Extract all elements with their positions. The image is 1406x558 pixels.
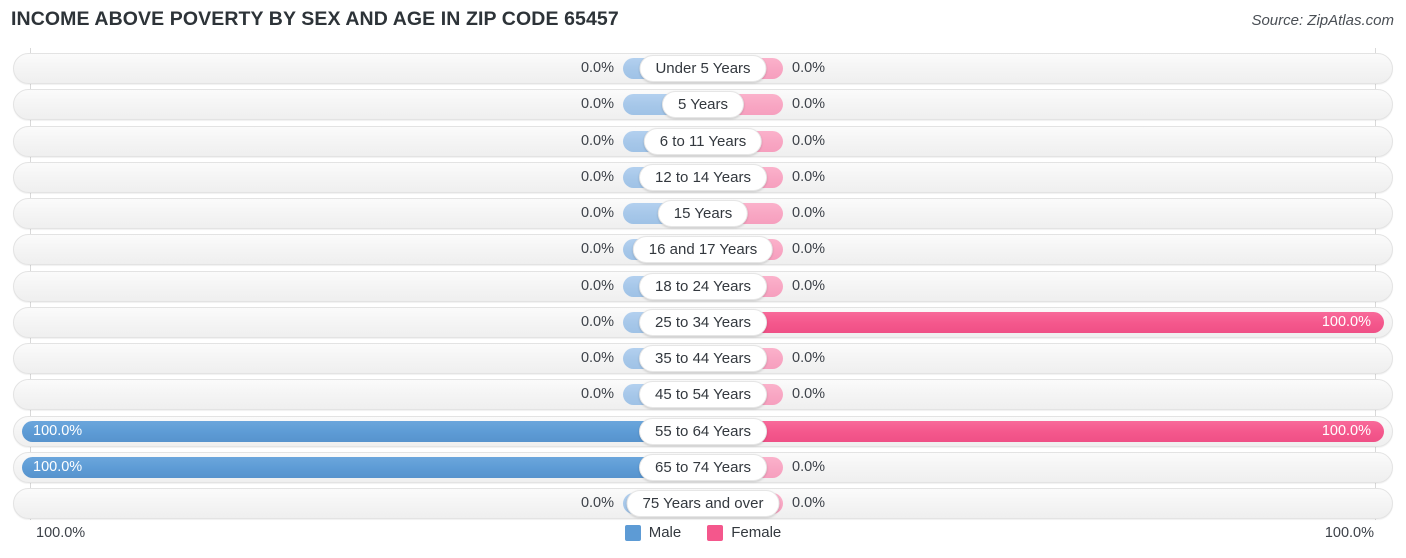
male-half: 0.0% xyxy=(22,94,703,116)
male-value-label: 100.0% xyxy=(33,458,83,475)
female-half: 0.0% xyxy=(703,456,1384,478)
female-half: 0.0% xyxy=(703,203,1384,224)
chart-row[interactable]: 100.0% 0.0% 65 to 74 Years xyxy=(13,451,1393,483)
chart-row[interactable]: 0.0% 0.0% 16 and 17 Years xyxy=(13,234,1393,266)
female-half: 0.0% xyxy=(703,348,1384,369)
source-attribution: Source: ZipAtlas.com xyxy=(1251,12,1394,29)
chart-row[interactable]: 0.0% 0.0% 75 Years and over xyxy=(13,488,1393,519)
male-value-label: 0.0% xyxy=(580,96,614,113)
male-value-label: 0.0% xyxy=(580,313,614,330)
legend-label-male: Male xyxy=(648,524,682,541)
legend-swatch-male-icon xyxy=(624,524,641,541)
chart-plot-area: 0.0% 0.0% Under 5 Years 0.0% 0.0% 5 Years 0.0%… xyxy=(0,48,1406,520)
category-label: Under 5 Years xyxy=(639,55,767,82)
chart-row[interactable]: 0.0% 0.0% 35 to 44 Years xyxy=(13,343,1393,374)
category-label: 12 to 14 Years xyxy=(639,163,767,191)
category-label: 6 to 11 Years xyxy=(643,127,763,155)
male-value-label: 0.0% xyxy=(580,205,614,221)
male-value-label: 0.0% xyxy=(580,168,614,185)
legend-label-female: Female xyxy=(731,524,782,541)
chart-row[interactable]: 0.0% 0.0% 6 to 11 Years xyxy=(13,125,1393,157)
female-value-label: 0.0% xyxy=(792,241,826,258)
female-value-label: 0.0% xyxy=(792,168,826,185)
male-bar[interactable]: 100.0% xyxy=(22,456,703,478)
male-half: 100.0% xyxy=(22,420,703,442)
female-value-label: 100.0% xyxy=(1321,313,1371,330)
category-label: 16 and 17 Years xyxy=(632,236,774,264)
male-half: 0.0% xyxy=(22,166,703,188)
chart-row[interactable]: 0.0% 0.0% 18 to 24 Years xyxy=(13,270,1393,302)
male-bar[interactable]: 100.0% xyxy=(22,420,703,442)
female-half: 100.0% xyxy=(703,420,1384,442)
chart-row[interactable]: 0.0% 0.0% 45 to 54 Years xyxy=(13,379,1393,411)
female-half: 0.0% xyxy=(703,166,1384,188)
male-half: 0.0% xyxy=(22,275,703,297)
chart-footer: 100.0% 100.0% Male Female xyxy=(0,521,1406,558)
male-half: 0.0% xyxy=(22,203,703,224)
category-label: 55 to 64 Years xyxy=(639,417,767,445)
male-value-label: 0.0% xyxy=(580,60,614,76)
legend-swatch-female-icon xyxy=(707,524,724,541)
female-value-label: 0.0% xyxy=(792,96,826,113)
male-value-label: 0.0% xyxy=(580,132,614,149)
category-label: 45 to 54 Years xyxy=(639,381,767,409)
female-half: 0.0% xyxy=(703,239,1384,261)
category-label: 15 Years xyxy=(657,200,749,227)
chart-row[interactable]: 0.0% 0.0% 12 to 14 Years xyxy=(13,161,1393,193)
male-value-label: 0.0% xyxy=(580,241,614,258)
category-label: 18 to 24 Years xyxy=(639,272,767,300)
female-value-label: 0.0% xyxy=(792,205,826,221)
female-half: 100.0% xyxy=(703,311,1384,333)
male-half: 0.0% xyxy=(22,493,703,514)
female-bar[interactable]: 100.0% xyxy=(703,420,1384,442)
category-label: 25 to 34 Years xyxy=(639,308,767,336)
male-half: 0.0% xyxy=(22,239,703,261)
female-bar[interactable]: 100.0% xyxy=(703,311,1384,333)
male-half: 0.0% xyxy=(22,311,703,333)
female-half: 0.0% xyxy=(703,493,1384,514)
male-value-label: 0.0% xyxy=(580,495,614,511)
male-half: 0.0% xyxy=(22,58,703,79)
female-value-label: 0.0% xyxy=(792,495,826,511)
chart-row[interactable]: 0.0% 0.0% 15 Years xyxy=(13,198,1393,229)
female-half: 0.0% xyxy=(703,94,1384,116)
category-label: 75 Years and over xyxy=(626,490,780,517)
legend-item-male[interactable]: Male xyxy=(624,524,682,541)
female-half: 0.0% xyxy=(703,58,1384,79)
category-label: 35 to 44 Years xyxy=(639,345,767,372)
male-value-label: 0.0% xyxy=(580,277,614,294)
female-half: 0.0% xyxy=(703,130,1384,152)
male-half: 0.0% xyxy=(22,348,703,369)
female-value-label: 0.0% xyxy=(792,458,826,475)
chart-legend: Male Female xyxy=(0,524,1406,541)
category-label: 5 Years xyxy=(661,91,745,119)
male-half: 0.0% xyxy=(22,384,703,406)
male-half: 100.0% xyxy=(22,456,703,478)
female-value-label: 0.0% xyxy=(792,132,826,149)
chart-page: INCOME ABOVE POVERTY BY SEX AND AGE IN Z… xyxy=(0,0,1406,558)
legend-item-female[interactable]: Female xyxy=(707,524,781,541)
female-value-label: 0.0% xyxy=(792,350,826,366)
female-half: 0.0% xyxy=(703,275,1384,297)
chart-row[interactable]: 0.0% 0.0% Under 5 Years xyxy=(13,53,1393,84)
male-value-label: 0.0% xyxy=(580,350,614,366)
male-half: 0.0% xyxy=(22,130,703,152)
female-half: 0.0% xyxy=(703,384,1384,406)
chart-row[interactable]: 0.0% 100.0% 25 to 34 Years xyxy=(13,306,1393,338)
male-value-label: 0.0% xyxy=(580,386,614,403)
female-value-label: 0.0% xyxy=(792,277,826,294)
female-value-label: 100.0% xyxy=(1321,422,1371,439)
female-value-label: 0.0% xyxy=(792,386,826,403)
female-value-label: 0.0% xyxy=(792,60,826,76)
chart-row[interactable]: 100.0% 100.0% 55 to 64 Years xyxy=(13,415,1393,447)
chart-row[interactable]: 0.0% 0.0% 5 Years xyxy=(13,89,1393,121)
category-label: 65 to 74 Years xyxy=(639,453,767,481)
male-value-label: 100.0% xyxy=(33,422,83,439)
page-title: INCOME ABOVE POVERTY BY SEX AND AGE IN Z… xyxy=(11,8,619,30)
